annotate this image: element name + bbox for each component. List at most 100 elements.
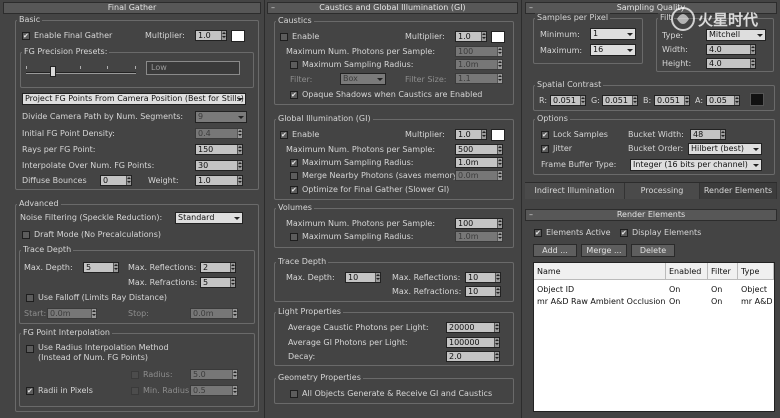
contrast-a-spinner[interactable]: 0.05	[706, 95, 740, 106]
fg-projection-mode-dropdown[interactable]: Project FG Points From Camera Position (…	[22, 93, 246, 105]
bucket-width-spinner[interactable]: 48	[690, 129, 726, 140]
final-gather-rollout-header[interactable]: Final Gather	[3, 2, 261, 14]
render-elements-rollout-header[interactable]: – Render Elements	[525, 209, 777, 221]
merge-photons-checkbox[interactable]	[290, 172, 298, 180]
merge-element-button[interactable]: Merge ...	[581, 244, 627, 257]
fg-max-reflections-spinner[interactable]: 2	[200, 262, 236, 273]
sampling-quality-title: Sampling Quality	[616, 3, 686, 12]
samples-max-dropdown[interactable]: 16	[590, 44, 636, 56]
bucket-order-dropdown[interactable]: Hilbert (best)	[688, 143, 762, 155]
avg-caustic-photons-spinner[interactable]: 20000	[446, 322, 500, 333]
caustics-max-photons-spinner[interactable]: 100	[455, 46, 503, 57]
column-header-filter[interactable]: Filter	[708, 263, 738, 280]
caustics-filter-dropdown[interactable]: Box	[340, 73, 386, 85]
falloff-start-spinner[interactable]: 0.0m	[47, 308, 97, 319]
column-header-enabled[interactable]: Enabled	[666, 263, 708, 280]
interpolate-fg-points-spinner[interactable]: 30	[195, 160, 243, 171]
lock-samples-checkbox[interactable]	[541, 130, 549, 140]
noise-filtering-label: Noise Filtering (Speckle Reduction):	[20, 213, 163, 222]
min-radius-spinner[interactable]: 0.5	[190, 385, 238, 396]
column-header-type[interactable]: Type	[738, 263, 774, 280]
gi-max-refractions-spinner[interactable]: 10	[465, 286, 501, 297]
chevron-down-icon	[377, 78, 383, 81]
enable-final-gather-checkbox[interactable]	[22, 31, 30, 41]
filter-width-spinner[interactable]: 4.0	[706, 44, 756, 55]
render-setup-window: Final Gather Basic Enable Final Gather M…	[0, 0, 780, 418]
merge-photons-spinner[interactable]: 0.0m	[455, 170, 503, 181]
samples-min-dropdown[interactable]: 1	[590, 28, 636, 40]
frame-buffer-type-dropdown[interactable]: Integer (16 bits per channel)	[630, 159, 762, 171]
table-row-enabled[interactable]: On	[666, 284, 708, 295]
caustics-max-radius-checkbox[interactable]	[290, 61, 298, 69]
draft-mode-checkbox[interactable]	[22, 231, 30, 239]
caustics-gi-rollout-header[interactable]: – Caustics and Global Illumination (GI)	[267, 2, 518, 14]
add-element-button[interactable]: Add ...	[533, 244, 577, 257]
jitter-checkbox[interactable]	[541, 144, 549, 154]
table-row-type[interactable]: Object	[738, 284, 774, 295]
opaque-shadows-checkbox[interactable]	[290, 90, 298, 100]
display-elements-checkbox[interactable]	[620, 228, 628, 238]
radius-spinner[interactable]: 5.0	[190, 369, 238, 380]
radius-checkbox[interactable]	[131, 371, 139, 379]
caustics-max-radius-spinner[interactable]: 1.0m	[455, 59, 503, 70]
fg-multiplier-spinner[interactable]: 1.0	[195, 30, 227, 41]
table-row-filter[interactable]: On	[708, 296, 738, 307]
decay-spinner[interactable]: 2.0	[446, 351, 500, 362]
rays-per-fg-point-spinner[interactable]: 150	[195, 144, 243, 155]
radii-in-pixels-checkbox[interactable]	[26, 386, 34, 396]
gi-max-photons-spinner[interactable]: 500	[455, 144, 503, 155]
radius-label: Radius:	[143, 370, 173, 379]
divide-camera-path-dropdown[interactable]: 9	[195, 111, 247, 123]
contrast-color-swatch[interactable]	[750, 93, 764, 106]
contrast-r-label: R:	[539, 96, 548, 105]
table-row-name[interactable]: Object ID	[534, 284, 666, 295]
gi-multiplier-spinner[interactable]: 1.0	[455, 129, 487, 140]
fg-multiplier-color-swatch[interactable]	[231, 30, 245, 42]
gi-max-reflections-spinner[interactable]: 10	[465, 272, 501, 283]
diffuse-bounces-spinner[interactable]: 0	[100, 175, 132, 186]
delete-element-button[interactable]: Delete	[631, 244, 675, 257]
volumes-max-radius-spinner[interactable]: 1.0m	[455, 231, 503, 242]
table-row-type[interactable]: mr A&D	[738, 296, 774, 307]
table-row-filter[interactable]: On	[708, 284, 738, 295]
caustics-filter-size-spinner[interactable]: 1.1	[455, 73, 503, 84]
use-falloff-checkbox[interactable]	[26, 294, 34, 302]
falloff-stop-spinner[interactable]: 0.0m	[190, 308, 238, 319]
contrast-b-spinner[interactable]: 0.051	[654, 95, 690, 106]
render-elements-table[interactable]: Name Enabled Filter Type Object ID On On…	[533, 262, 775, 412]
weight-spinner[interactable]: 1.0	[195, 175, 243, 186]
use-radius-interpolation-checkbox[interactable]	[26, 345, 34, 353]
filter-height-spinner[interactable]: 4.0	[706, 58, 756, 69]
gi-max-radius-spinner[interactable]: 1.0m	[455, 157, 503, 168]
gi-max-depth-spinner[interactable]: 10	[345, 272, 381, 283]
noise-filtering-dropdown[interactable]: Standard	[175, 212, 243, 224]
tab-render-elements[interactable]: Render Elements	[700, 183, 777, 199]
table-row-enabled[interactable]: On	[666, 296, 708, 307]
gi-max-radius-checkbox[interactable]	[290, 158, 298, 168]
tab-processing[interactable]: Processing	[625, 183, 700, 199]
table-row-name[interactable]: mr A&D Raw Ambient Occlusion	[534, 296, 666, 307]
fg-max-depth-spinner[interactable]: 5	[83, 262, 119, 273]
all-objects-gi-checkbox[interactable]	[290, 390, 298, 398]
gi-color-swatch[interactable]	[491, 129, 505, 141]
caustics-color-swatch[interactable]	[491, 31, 505, 43]
avg-gi-photons-spinner[interactable]: 100000	[446, 337, 500, 348]
tab-indirect-illumination[interactable]: Indirect Illumination	[525, 183, 625, 199]
filter-type-dropdown[interactable]: Mitchell	[706, 29, 766, 41]
fg-max-refractions-spinner[interactable]: 5	[200, 277, 236, 288]
min-radius-checkbox[interactable]	[131, 387, 139, 395]
caustics-enable-checkbox[interactable]	[280, 33, 288, 41]
optimize-fg-checkbox[interactable]	[290, 185, 298, 195]
contrast-g-spinner[interactable]: 0.051	[602, 95, 638, 106]
caustics-multiplier-spinner[interactable]: 1.0	[455, 31, 487, 42]
elements-active-checkbox[interactable]	[534, 228, 542, 238]
volumes-max-radius-checkbox[interactable]	[290, 233, 298, 241]
elements-active-label: Elements Active	[546, 228, 611, 237]
volumes-max-photons-spinner[interactable]: 100	[455, 218, 503, 229]
fg-precision-slider-thumb[interactable]	[50, 66, 56, 77]
gi-enable-checkbox[interactable]	[280, 130, 288, 140]
column-header-name[interactable]: Name	[534, 263, 666, 280]
initial-fg-density-spinner[interactable]: 0.4	[195, 128, 243, 139]
contrast-r-spinner[interactable]: 0.051	[550, 95, 586, 106]
gi-max-depth-label: Max. Depth:	[286, 273, 335, 282]
